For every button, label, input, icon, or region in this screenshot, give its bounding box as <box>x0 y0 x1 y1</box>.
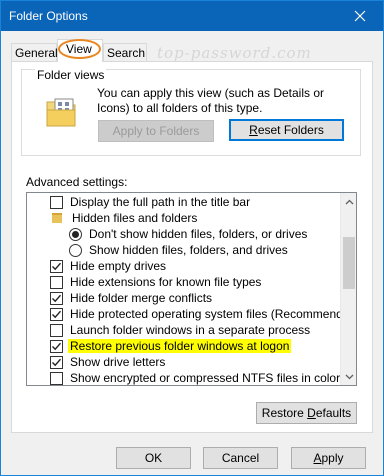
checkbox[interactable] <box>50 371 63 385</box>
chevron-up-icon <box>345 199 353 204</box>
reset-folders-button[interactable]: Reset Folders <box>229 119 344 141</box>
checkbox[interactable] <box>50 307 63 321</box>
close-icon <box>354 10 366 22</box>
cancel-button[interactable]: Cancel <box>203 447 278 469</box>
folder-icon <box>52 213 62 223</box>
apply-label-rest: pply <box>321 451 344 465</box>
radio-selected-dot <box>72 230 79 238</box>
window-title: Folder Options <box>9 9 88 23</box>
apply-button[interactable]: Apply <box>291 447 366 469</box>
list-item-label: Launch folder windows in a separate proc… <box>70 323 311 337</box>
checkbox[interactable] <box>50 355 63 369</box>
radio-button[interactable] <box>69 243 82 257</box>
tab-view[interactable]: View <box>57 39 103 62</box>
checkbox[interactable] <box>50 275 63 289</box>
list-item[interactable]: Hide protected operating system files (R… <box>50 306 357 322</box>
scroll-up-button[interactable] <box>341 193 356 210</box>
checkbox[interactable] <box>50 339 63 353</box>
reset-folders-label: eset Folders <box>257 123 324 137</box>
list-item-label-highlighted: Restore previous folder windows at logon <box>68 339 292 353</box>
list-item-label: Show drive letters <box>70 355 166 369</box>
chevron-down-icon <box>345 374 353 379</box>
list-item-label: Show hidden files, folders, and drives <box>89 243 288 257</box>
folder-options-window: Folder Options General View Search top-p… <box>0 0 384 476</box>
tab-general[interactable]: General <box>11 43 58 61</box>
list-item[interactable]: Hide extensions for known file types <box>50 274 263 290</box>
restore-defaults-prefix: Restore <box>261 406 308 420</box>
list-item-label: Hide empty drives <box>70 259 167 273</box>
checkbox[interactable] <box>50 291 63 305</box>
apply-mnemonic: A <box>313 451 322 465</box>
list-item-label: Hidden files and folders <box>72 211 198 225</box>
reset-folders-mnemonic: R <box>249 123 258 137</box>
list-item[interactable]: Restore previous folder windows at logon <box>50 338 292 354</box>
folder-views-legend: Folder views <box>35 68 107 82</box>
checkmark-icon <box>52 310 62 318</box>
list-item-label: Hide protected operating system files (R… <box>70 307 357 321</box>
checkmark-icon <box>52 294 62 302</box>
list-item[interactable]: Don't show hidden files, folders, or dri… <box>69 226 309 242</box>
list-item-label: Hide extensions for known file types <box>70 275 262 289</box>
ok-button[interactable]: OK <box>116 447 191 469</box>
folder-views-icon <box>46 98 76 127</box>
scrollbar-thumb[interactable] <box>343 237 355 289</box>
radio-button[interactable] <box>69 227 82 241</box>
checkbox[interactable] <box>50 323 63 337</box>
advanced-settings-label: Advanced settings: <box>26 175 128 189</box>
list-item[interactable]: Hide folder merge conflicts <box>50 290 214 306</box>
list-item-label: Show encrypted or compressed NTFS files … <box>70 371 341 385</box>
restore-defaults-button[interactable]: Restore Defaults <box>256 402 357 424</box>
list-item-label: Hide folder merge conflicts <box>70 291 213 305</box>
scroll-down-button[interactable] <box>341 368 356 385</box>
restore-defaults-rest: efaults <box>315 406 352 420</box>
list-item-label: Don't show hidden files, folders, or dri… <box>89 227 308 241</box>
list-item[interactable]: Hide empty drives <box>50 258 168 274</box>
list-item[interactable]: Show drive letters <box>50 354 167 370</box>
folder-views-description: You can apply this view (such as Details… <box>97 86 325 115</box>
tab-search[interactable]: Search <box>103 43 147 61</box>
checkmark-icon <box>52 358 62 366</box>
checkmark-icon <box>52 342 62 350</box>
checkbox[interactable] <box>50 195 63 209</box>
list-item[interactable]: Show hidden files, folders, and drives <box>69 242 290 258</box>
checkmark-icon <box>52 262 62 270</box>
close-button[interactable] <box>337 1 383 31</box>
restore-defaults-mnemonic: D <box>307 406 316 420</box>
list-item[interactable]: Show encrypted or compressed NTFS files … <box>50 370 342 385</box>
list-item[interactable]: Launch folder windows in a separate proc… <box>50 322 312 338</box>
list-item-label: Display the full path in the title bar <box>70 195 251 209</box>
watermark: top-password.com <box>157 44 312 62</box>
advanced-settings-list[interactable]: Display the full path in the title bar H… <box>26 192 357 386</box>
title-bar[interactable]: Folder Options <box>1 1 383 31</box>
apply-to-folders-button[interactable]: Apply to Folders <box>98 120 214 142</box>
vertical-scrollbar[interactable] <box>340 193 356 385</box>
list-item: Hidden files and folders <box>50 210 199 226</box>
checkbox[interactable] <box>50 259 63 273</box>
list-item[interactable]: Display the full path in the title bar <box>50 194 252 210</box>
